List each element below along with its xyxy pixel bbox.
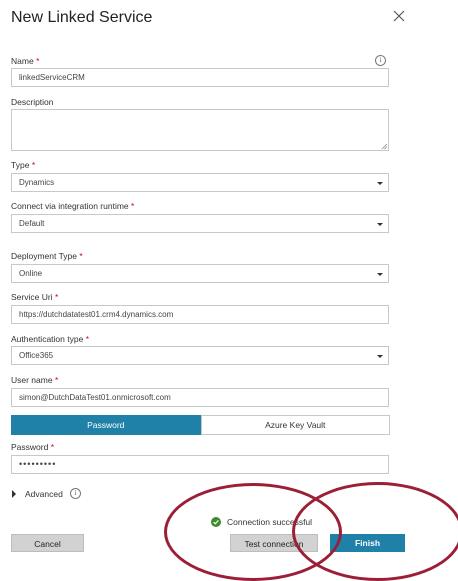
service-uri-label-text: Service Uri xyxy=(11,292,53,302)
password-label-text: Password xyxy=(11,442,49,452)
runtime-select[interactable]: Default xyxy=(11,214,389,233)
required-mark: * xyxy=(36,56,40,66)
username-input[interactable]: simon@DutchDataTest01.onmicrosoft.com xyxy=(11,388,389,407)
name-input[interactable]: linkedServiceCRM xyxy=(11,68,389,87)
service-uri-label: Service Uri * xyxy=(11,292,58,302)
advanced-label: Advanced xyxy=(25,489,63,499)
username-label: User name * xyxy=(11,375,58,385)
runtime-label-text: Connect via integration runtime xyxy=(11,201,129,211)
type-label: Type * xyxy=(11,160,35,170)
dialog-title: New Linked Service xyxy=(11,9,153,26)
test-connection-button[interactable]: Test connection xyxy=(230,534,318,552)
connection-status-text: Connection successful xyxy=(227,517,313,527)
credential-tabs: Password Azure Key Vault xyxy=(11,415,390,435)
required-mark: * xyxy=(31,160,36,170)
connection-status: Connection successful xyxy=(211,517,312,527)
runtime-label: Connect via integration runtime * xyxy=(11,201,134,211)
cancel-button[interactable]: Cancel xyxy=(11,534,84,552)
tab-azure-key-vault[interactable]: Azure Key Vault xyxy=(200,415,390,435)
close-icon[interactable] xyxy=(392,9,406,23)
finish-button[interactable]: Finish xyxy=(330,534,405,552)
required-mark: * xyxy=(131,201,135,211)
name-label: Name * xyxy=(11,56,39,66)
resize-handle-icon[interactable] xyxy=(381,143,388,150)
required-mark: * xyxy=(50,442,55,452)
username-label-text: User name xyxy=(11,375,53,385)
description-label: Description xyxy=(11,97,54,107)
required-mark: * xyxy=(79,251,83,261)
chevron-right-icon xyxy=(12,490,16,498)
password-label: Password * xyxy=(11,442,54,452)
tab-password[interactable]: Password xyxy=(11,415,201,435)
name-label-text: Name xyxy=(11,56,34,66)
type-label-text: Type xyxy=(11,160,30,170)
required-mark: * xyxy=(54,375,59,385)
info-icon[interactable]: i xyxy=(70,488,81,499)
description-textarea[interactable] xyxy=(11,109,389,151)
info-icon[interactable]: i xyxy=(375,55,386,66)
type-select[interactable]: Dynamics xyxy=(11,173,389,192)
check-circle-icon xyxy=(211,517,221,527)
auth-select[interactable]: Office365 xyxy=(11,346,389,365)
advanced-toggle[interactable]: Advanced xyxy=(11,489,63,499)
auth-label-text: Authentication type xyxy=(11,334,84,344)
password-input[interactable]: ••••••••• xyxy=(11,455,389,474)
required-mark: * xyxy=(54,292,59,302)
auth-label: Authentication type * xyxy=(11,334,89,344)
required-mark: * xyxy=(85,334,89,344)
service-uri-input[interactable]: https://dutchdatatest01.crm4.dynamics.co… xyxy=(11,305,389,324)
deployment-select[interactable]: Online xyxy=(11,264,389,283)
deployment-label-text: Deployment Type xyxy=(11,251,77,261)
deployment-label: Deployment Type * xyxy=(11,251,83,261)
linked-service-dialog: New Linked Service Name * i linkedServic… xyxy=(0,0,416,578)
